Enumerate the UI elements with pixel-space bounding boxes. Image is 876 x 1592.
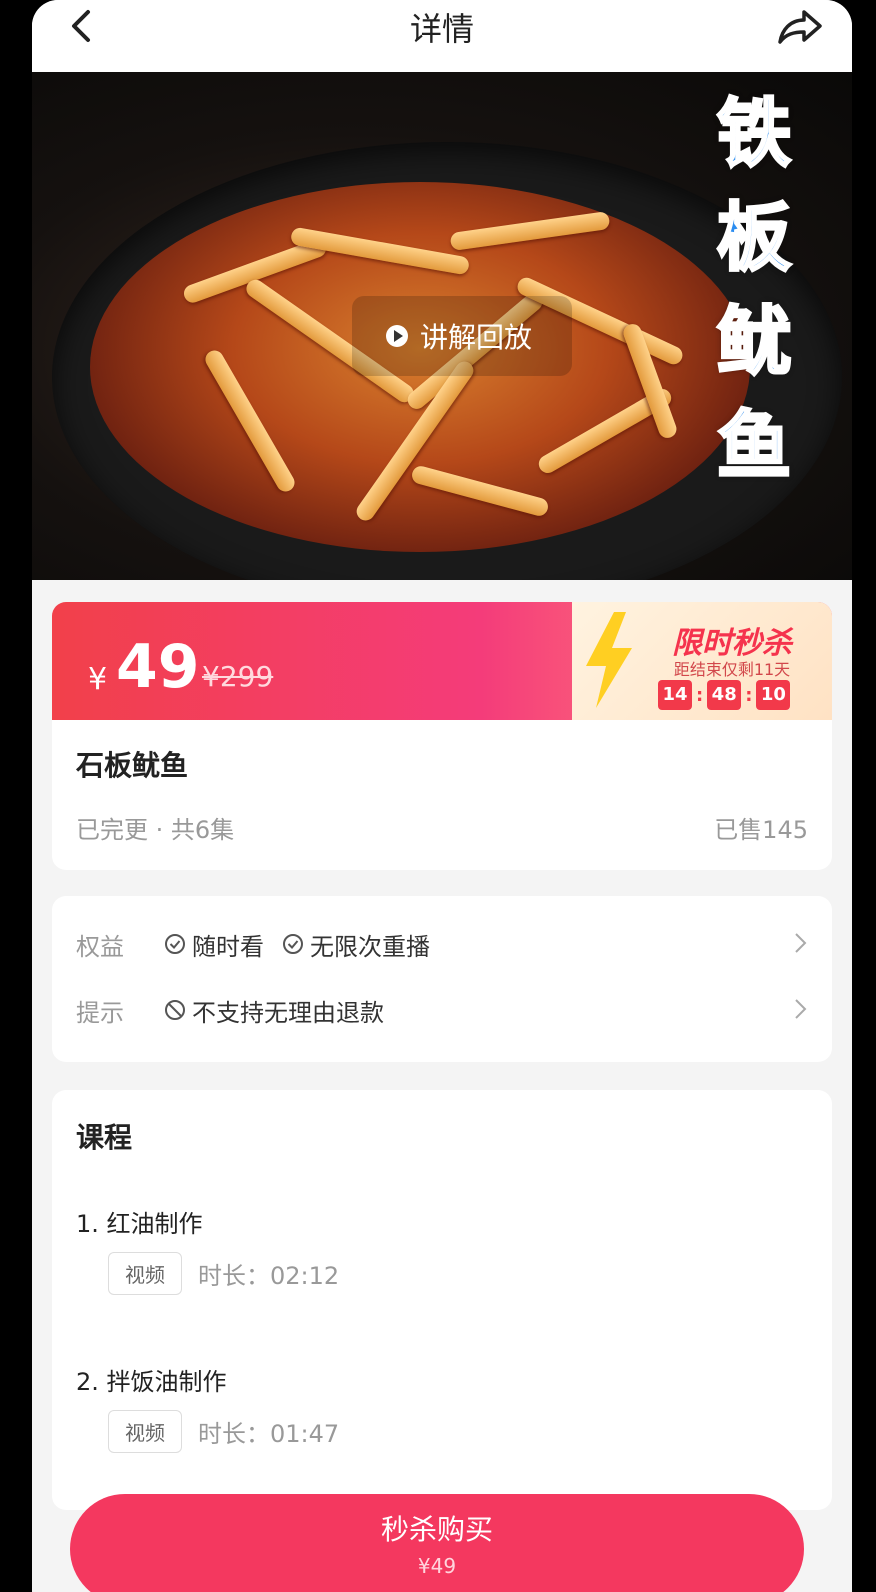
prohibited-icon [165, 1000, 185, 1020]
price-currency: ¥ [88, 662, 108, 697]
timer-hours: 14 [658, 680, 692, 710]
notice-row[interactable]: 提示 不支持无理由退款 [76, 990, 808, 1030]
countdown-label: 距结束仅剩11天 [673, 660, 791, 679]
product-status: 已完更 · 共6集 [76, 816, 235, 844]
check-circle-icon [165, 934, 185, 954]
benefits-label: 权益 [76, 932, 124, 961]
overlay-title-char: 鱿 [716, 298, 793, 387]
current-price: 49 [116, 632, 200, 702]
flash-sale-banner: ¥ 49 ¥299 限时秒杀 距结束仅剩11天 14 : 48 : 10 [52, 602, 832, 720]
chevron-right-icon [795, 999, 807, 1019]
product-name: 石板鱿鱼 [76, 749, 189, 782]
check-circle-icon [283, 934, 303, 954]
lesson-meta: 视频 时长：02:12 [108, 1252, 339, 1295]
hero-image[interactable]: 讲解回放 铁 板 鱿 鱼 [32, 72, 852, 580]
lesson-title[interactable]: 1. 红油制作 [76, 1204, 203, 1239]
course-card: 课程 1. 红油制作 视频 时长：02:12 2. 拌饭油制作 视频 时长：01… [52, 1090, 832, 1510]
chevron-right-icon [795, 933, 807, 953]
top-nav-bar: 详情 [32, 0, 852, 72]
timer-seconds: 10 [756, 680, 791, 710]
share-icon[interactable] [776, 6, 824, 46]
app-screen: 详情 讲解回放 铁 板 鱿 鱼 ¥ 49 ¥299 限时秒杀 距结束仅剩11天 … [32, 0, 852, 1592]
overlay-title-char: 铁 [716, 90, 793, 179]
notice-label: 提示 [76, 998, 124, 1027]
buy-button-price: ¥49 [417, 1554, 457, 1578]
lesson-meta: 视频 时长：01:47 [108, 1410, 339, 1453]
benefits-row[interactable]: 权益 随时看 无限次重播 [76, 924, 808, 964]
lightning-icon [586, 612, 632, 708]
buy-button-label: 秒杀购买 [380, 1513, 493, 1546]
hero-overlay-title: 铁 板 鱿 鱼 [704, 82, 804, 498]
lesson-duration: 时长：02:12 [198, 1262, 340, 1290]
sold-count: 已售145 [714, 816, 808, 844]
play-icon [386, 325, 408, 347]
original-price: ¥299 [202, 660, 274, 693]
page-title: 详情 [409, 10, 474, 48]
rights-card: 权益 随时看 无限次重播 提示 不支持无理由退款 [52, 896, 832, 1062]
benefit-item: 随时看 [164, 927, 264, 962]
timer-minutes: 48 [707, 680, 742, 710]
product-info-card: 石板鱿鱼 已完更 · 共6集 已售145 [52, 720, 832, 870]
benefit-item: 无限次重播 [282, 927, 430, 962]
countdown-timer: 14 : 48 : 10 [658, 680, 791, 710]
lesson-title[interactable]: 2. 拌饭油制作 [76, 1362, 227, 1397]
replay-label: 讲解回放 [420, 321, 533, 354]
notice-item: 不支持无理由退款 [164, 993, 384, 1028]
video-tag: 视频 [108, 1252, 182, 1295]
lesson-duration: 时长：01:47 [198, 1420, 340, 1448]
overlay-title-char: 鱼 [716, 402, 793, 491]
flash-buy-button[interactable]: 秒杀购买 ¥49 [70, 1494, 804, 1592]
course-section-title: 课程 [76, 1121, 133, 1154]
overlay-title-char: 板 [716, 194, 793, 283]
video-tag: 视频 [108, 1410, 182, 1453]
replay-button[interactable]: 讲解回放 [352, 296, 572, 376]
